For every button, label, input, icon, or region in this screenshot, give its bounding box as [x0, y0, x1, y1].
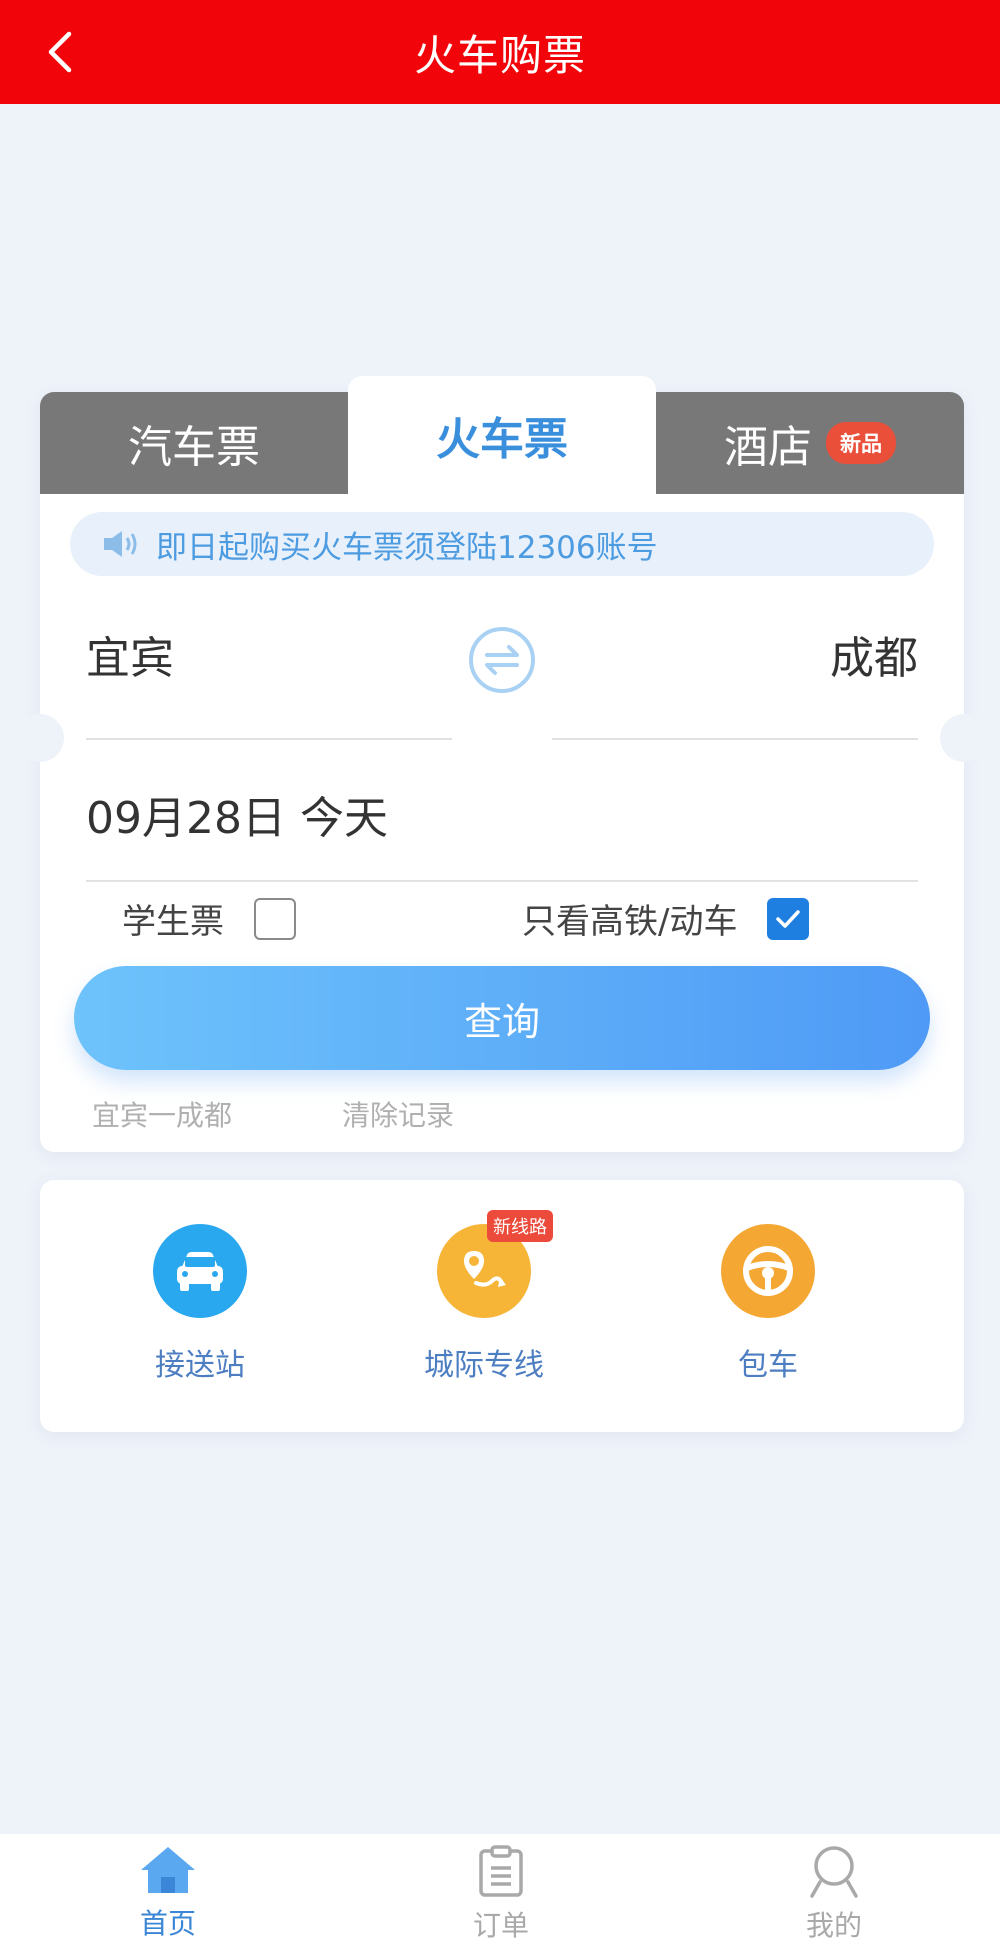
checkmark-icon [776, 909, 801, 928]
tab-hotel-label: 酒店 [724, 422, 812, 473]
card-notch [16, 714, 64, 762]
notice-bar: 即日起购买火车票须登陆12306账号 [70, 512, 934, 576]
tab-hotel[interactable]: 酒店 新品 [656, 392, 964, 494]
tab-train-ticket[interactable]: 火车票 [348, 376, 656, 494]
service-pickup[interactable]: 接送站 [100, 1224, 300, 1384]
nav-home-label: 首页 [139, 1907, 196, 1940]
nav-home[interactable]: 首页 [88, 1844, 248, 1942]
service-charter-label: 包车 [738, 1348, 798, 1383]
route-pin-icon: 新线路 [437, 1210, 553, 1318]
nav-profile-label: 我的 [805, 1909, 862, 1942]
service-intercity-label: 城际专线 [424, 1348, 544, 1383]
clear-history-button[interactable]: 清除记录 [342, 1094, 454, 1134]
back-arrow-icon[interactable] [40, 24, 80, 80]
top-bar: 火车购票 [0, 0, 1000, 104]
nav-profile[interactable]: 我的 [754, 1844, 914, 1944]
user-icon [810, 1846, 858, 1898]
highspeed-only-checkbox[interactable] [767, 897, 810, 940]
service-pickup-label: 接送站 [155, 1348, 245, 1383]
nav-orders-label: 订单 [472, 1909, 529, 1942]
clipboard-icon [479, 1845, 523, 1897]
divider [552, 738, 918, 740]
departure-city[interactable]: 宜宾 [86, 622, 174, 686]
speaker-icon [102, 529, 142, 559]
notice-text: 即日起购买火车票须登陆12306账号 [156, 529, 658, 566]
services-card: 接送站 新线路 城际专线 包车 [40, 1180, 964, 1432]
booking-card: 汽车票 酒店 新品 火车票 即日起购买火车票须登陆12306账号 宜宾 成都 0… [16, 376, 988, 1152]
home-icon [141, 1847, 195, 1893]
card-notch [940, 714, 988, 762]
arrival-city[interactable]: 成都 [830, 622, 918, 686]
tab-train-label: 火车票 [436, 414, 568, 465]
departure-date[interactable]: 09月28日 今天 [86, 782, 388, 846]
bottom-nav: 首页 订单 我的 [0, 1834, 1000, 1958]
student-ticket-checkbox[interactable] [254, 897, 296, 940]
divider [86, 880, 918, 882]
new-badge: 新品 [826, 422, 896, 464]
service-intercity[interactable]: 新线路 城际专线 [384, 1210, 584, 1384]
car-icon [153, 1224, 247, 1318]
query-button[interactable]: 查询 [74, 966, 930, 1070]
page-title: 火车购票 [413, 30, 586, 80]
new-route-badge: 新线路 [487, 1210, 553, 1242]
highspeed-only-label: 只看高铁/动车 [522, 902, 738, 942]
service-charter[interactable]: 包车 [668, 1224, 868, 1384]
divider [86, 738, 452, 740]
swap-icon[interactable] [466, 624, 538, 696]
recent-route[interactable]: 宜宾一成都 [92, 1094, 232, 1134]
steering-wheel-icon [721, 1224, 815, 1318]
student-ticket-option: 学生票 [122, 894, 296, 943]
tab-bus-label: 汽车票 [128, 422, 260, 473]
tab-bus-ticket[interactable]: 汽车票 [40, 392, 348, 494]
highspeed-only-option: 只看高铁/动车 [522, 894, 810, 943]
student-ticket-label: 学生票 [122, 902, 224, 942]
nav-orders[interactable]: 订单 [421, 1844, 581, 1944]
